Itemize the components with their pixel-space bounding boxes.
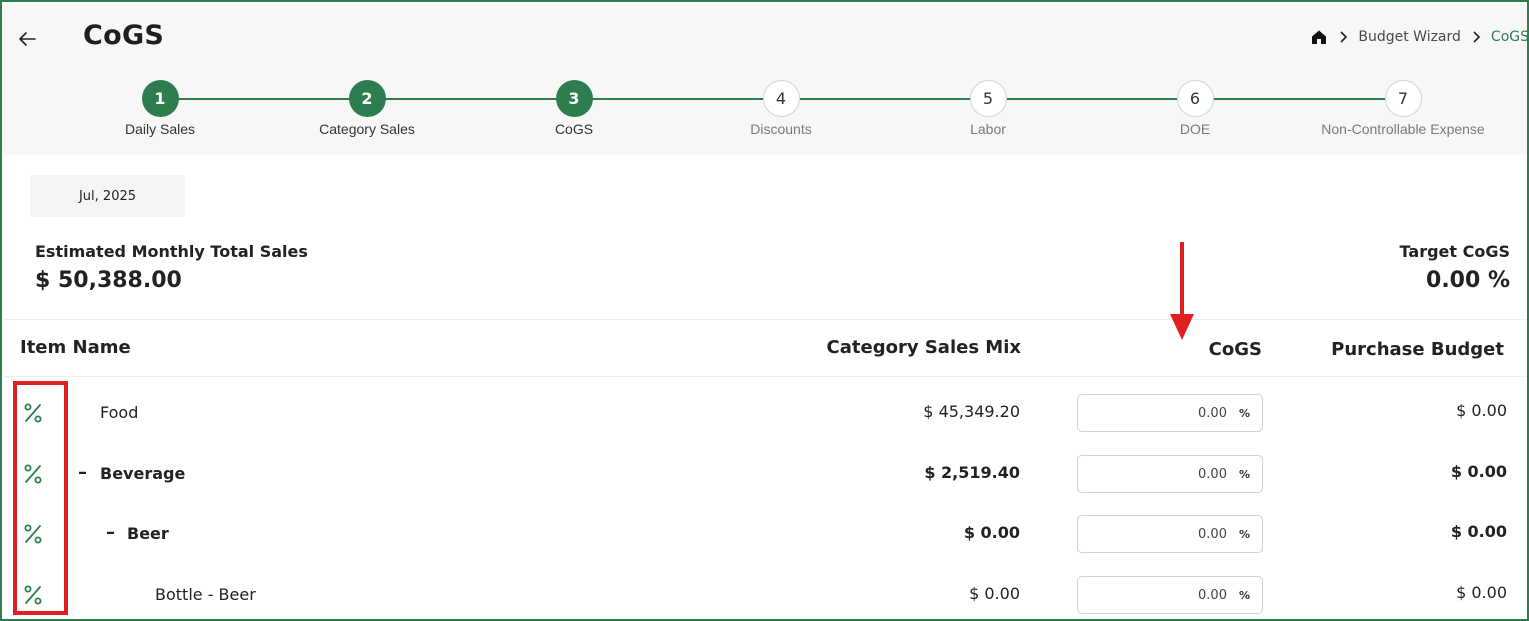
column-header-purchase-budget: Purchase Budget bbox=[1331, 339, 1504, 360]
sales-mix-value: $ 2,519.40 bbox=[924, 463, 1020, 482]
cogs-input[interactable]: 0.00 % bbox=[1077, 515, 1263, 553]
breadcrumb-budget-wizard[interactable]: Budget Wizard bbox=[1358, 29, 1461, 45]
step-label: DOE bbox=[1179, 121, 1211, 137]
cogs-input-value: 0.00 bbox=[1198, 526, 1227, 542]
purchase-budget-value: $ 0.00 bbox=[1456, 583, 1507, 602]
estimated-sales-value: $ 50,388.00 bbox=[35, 268, 182, 293]
percent-icon[interactable] bbox=[22, 402, 44, 424]
breadcrumb: Budget Wizard CoGS bbox=[1310, 26, 1529, 48]
breadcrumb-current: CoGS bbox=[1490, 29, 1529, 45]
sales-mix-value: $ 0.00 bbox=[969, 584, 1020, 603]
step-label: Labor bbox=[970, 121, 1006, 137]
step-label: CoGS bbox=[554, 121, 594, 137]
period-selector[interactable]: Jul, 2025 bbox=[30, 175, 185, 217]
step-non-controllable-expense[interactable]: 7 Non-Controllable Expense bbox=[1303, 80, 1503, 137]
column-header-item-name: Item Name bbox=[20, 337, 131, 358]
step-number: 6 bbox=[1176, 80, 1214, 117]
table-row: Bottle - Beer $ 0.00 0.00 % $ 0.00 bbox=[4, 564, 1527, 619]
percent-icon[interactable] bbox=[22, 523, 44, 545]
divider bbox=[4, 319, 1527, 320]
cogs-input-value: 0.00 bbox=[1198, 466, 1227, 482]
estimated-sales-label: Estimated Monthly Total Sales bbox=[35, 242, 308, 261]
percent-icon[interactable] bbox=[22, 584, 44, 606]
collapse-toggle[interactable]: – bbox=[106, 523, 120, 543]
step-number: 7 bbox=[1384, 80, 1422, 117]
step-label: Daily Sales bbox=[124, 121, 196, 137]
chevron-right-icon bbox=[1340, 31, 1348, 43]
step-number: 3 bbox=[555, 80, 593, 117]
purchase-budget-value: $ 0.00 bbox=[1450, 462, 1507, 481]
step-number: 5 bbox=[969, 80, 1007, 117]
percent-unit: % bbox=[1238, 406, 1250, 420]
percent-unit: % bbox=[1238, 467, 1250, 481]
cogs-input[interactable]: 0.00 % bbox=[1077, 576, 1263, 614]
column-header-cogs: CoGS bbox=[1208, 339, 1262, 360]
step-category-sales[interactable]: 2 Category Sales bbox=[267, 80, 467, 137]
percent-unit: % bbox=[1238, 588, 1250, 602]
step-number: 4 bbox=[762, 80, 800, 117]
purchase-budget-value: $ 0.00 bbox=[1456, 401, 1507, 420]
column-header-sales-mix: Category Sales Mix bbox=[826, 337, 1021, 358]
annotation-arrow-icon bbox=[1170, 242, 1194, 340]
item-name: Beverage bbox=[100, 464, 186, 483]
step-number: 2 bbox=[348, 80, 386, 117]
chevron-right-icon bbox=[1473, 31, 1481, 43]
table-row: – Beverage $ 2,519.40 0.00 % $ 0.00 bbox=[4, 443, 1527, 503]
target-cogs-label: Target CoGS bbox=[1399, 242, 1510, 261]
cogs-input-value: 0.00 bbox=[1198, 587, 1227, 603]
step-label: Category Sales bbox=[319, 121, 415, 137]
percent-icon[interactable] bbox=[22, 463, 44, 485]
page-title: CoGS bbox=[83, 20, 165, 51]
cogs-input-value: 0.00 bbox=[1198, 405, 1227, 421]
step-daily-sales[interactable]: 1 Daily Sales bbox=[60, 80, 260, 137]
step-labor[interactable]: 5 Labor bbox=[888, 80, 1088, 137]
item-name: Bottle - Beer bbox=[155, 585, 256, 604]
back-arrow-icon[interactable] bbox=[16, 28, 38, 50]
step-doe[interactable]: 6 DOE bbox=[1095, 80, 1295, 137]
sales-mix-value: $ 0.00 bbox=[963, 523, 1020, 542]
purchase-budget-value: $ 0.00 bbox=[1450, 522, 1507, 541]
wizard-stepper: 1 Daily Sales 2 Category Sales 3 CoGS 4 … bbox=[4, 80, 1527, 150]
sales-mix-value: $ 45,349.20 bbox=[923, 402, 1020, 421]
table-row: – Beer $ 0.00 0.00 % $ 0.00 bbox=[4, 503, 1527, 563]
percent-unit: % bbox=[1238, 527, 1250, 541]
table-row: Food $ 45,349.20 0.00 % $ 0.00 bbox=[4, 382, 1527, 442]
step-cogs[interactable]: 3 CoGS bbox=[474, 80, 674, 137]
cogs-input[interactable]: 0.00 % bbox=[1077, 455, 1263, 493]
item-name: Beer bbox=[127, 524, 169, 543]
item-name: Food bbox=[100, 403, 139, 422]
divider bbox=[4, 376, 1527, 377]
home-icon[interactable] bbox=[1310, 28, 1328, 46]
step-label: Discounts bbox=[750, 121, 812, 137]
collapse-toggle[interactable]: – bbox=[78, 463, 92, 483]
app-window: CoGS Budget Wizard CoGS 1 Daily Sales 2 … bbox=[0, 0, 1529, 621]
step-label: Non-Controllable Expense bbox=[1321, 121, 1485, 137]
cogs-input[interactable]: 0.00 % bbox=[1077, 394, 1263, 432]
step-discounts[interactable]: 4 Discounts bbox=[681, 80, 881, 137]
page-header: CoGS Budget Wizard CoGS 1 Daily Sales 2 … bbox=[4, 4, 1529, 155]
step-number: 1 bbox=[141, 80, 179, 117]
target-cogs-value: 0.00 % bbox=[1426, 268, 1510, 293]
